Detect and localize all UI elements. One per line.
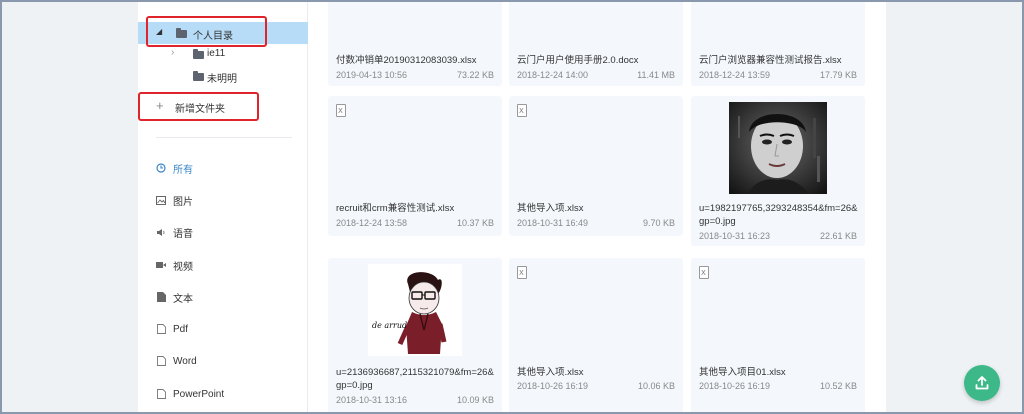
file-size: 11.41 MB [637, 70, 675, 80]
file-card[interactable]: recruit和crm兼容性测试.xlsx 2018-12-24 13:58 1… [328, 96, 502, 236]
nav-item-label: 所有 [173, 164, 193, 176]
tree-item-label: 未明明 [207, 74, 237, 85]
clock-icon [156, 163, 166, 173]
file-size: 22.61 KB [819, 231, 857, 241]
nav-item-video[interactable]: 视频 [156, 256, 296, 274]
file-size: 73.22 KB [456, 70, 494, 80]
file-card[interactable]: 其他导入项.xlsx 2018-10-31 16:49 9.70 KB [509, 96, 683, 236]
file-date: 2018-10-31 16:49 [517, 218, 589, 228]
upload-button[interactable] [964, 365, 1000, 401]
nav-item-label: PowerPoint [173, 388, 225, 400]
plus-icon: + [156, 98, 164, 113]
xlsx-file-icon [699, 266, 709, 279]
nav-item-pdf[interactable]: Pdf [156, 320, 296, 338]
xlsx-file-icon [517, 104, 527, 117]
file-date: 2018-10-31 13:16 [336, 395, 408, 405]
file-card[interactable]: 其他导入项目01.xlsx 2018-10-26 16:19 10.52 KB [691, 258, 865, 414]
nav-item-label: 语音 [173, 228, 193, 240]
file-name: u=1982197765,3293248354&fm=26&gp=0.jpg [699, 203, 858, 227]
file-size: 10.37 KB [456, 218, 494, 228]
file-card[interactable]: 云门户浏览器兼容性测试报告.xlsx 2018-12-24 13:59 17.7… [691, 0, 865, 86]
cartoon-sketch-thumbnail: de arrud [368, 264, 462, 356]
portrait-photo-thumbnail [729, 102, 827, 194]
image-icon [156, 195, 166, 205]
file-size: 10.06 KB [637, 381, 675, 391]
file-name: u=2136936687,2115321079&fm=26&gp=0.jpg [336, 367, 494, 391]
new-folder-label: 新增文件夹 [175, 104, 225, 115]
video-icon [156, 260, 166, 270]
nav-item-all[interactable]: 所有 [156, 159, 296, 177]
pdf-file-icon [156, 324, 166, 334]
chevron-right-icon[interactable]: › [171, 47, 174, 58]
tree-item-label: 个人目录 [193, 31, 233, 42]
file-date: 2018-12-24 13:59 [699, 70, 771, 80]
file-name: 云门户用户使用手册2.0.docx [517, 55, 639, 66]
file-card[interactable]: 云门户用户使用手册2.0.docx 2018-12-24 14:00 11.41… [509, 0, 683, 86]
file-card[interactable]: 付数冲销单20190312083039.xlsx 2019-04-13 10:5… [328, 0, 502, 86]
svg-text:de arrud: de arrud [372, 321, 407, 330]
file-name: 其他导入项目01.xlsx [699, 367, 786, 378]
file-grid: 付数冲销单20190312083039.xlsx 2019-04-13 10:5… [308, 0, 886, 414]
nav-item-audio[interactable]: 语音 [156, 223, 296, 241]
file-size: 17.79 KB [819, 70, 857, 80]
sidebar-divider [156, 137, 292, 138]
file-size: 9.70 KB [642, 218, 675, 228]
word-file-icon [156, 356, 166, 366]
expand-arrow-icon[interactable]: ◢ [156, 27, 162, 36]
xlsx-file-icon [517, 266, 527, 279]
file-date: 2018-12-24 14:00 [517, 70, 589, 80]
file-date: 2018-10-31 16:23 [699, 231, 771, 241]
folder-icon [193, 71, 204, 81]
folder-icon [193, 49, 204, 59]
file-name: 付数冲销单20190312083039.xlsx [336, 55, 477, 66]
file-date: 2018-12-24 13:58 [336, 218, 408, 228]
tree-item-label: ie11 [207, 48, 226, 59]
file-name: 云门户浏览器兼容性测试报告.xlsx [699, 55, 842, 66]
ppt-file-icon [156, 389, 166, 399]
nav-item-label: Pdf [173, 323, 189, 335]
file-name: recruit和crm兼容性测试.xlsx [336, 203, 455, 214]
nav-item-label: 文本 [173, 293, 193, 305]
tree-item-ie11[interactable]: › ie11 [138, 43, 308, 65]
sidebar: ◢ 个人目录 › ie11 未明明 + 新增文件夹 所有 图片 语音 视频 文本… [138, 0, 308, 414]
file-date: 2019-04-13 10:56 [336, 70, 408, 80]
nav-item-word[interactable]: Word [156, 352, 296, 370]
file-size: 10.09 KB [456, 395, 494, 405]
file-date: 2018-10-26 16:19 [699, 381, 771, 391]
nav-item-label: 视频 [173, 261, 193, 273]
upload-icon [975, 376, 989, 390]
file-name: 其他导入项.xlsx [517, 203, 584, 214]
file-card[interactable]: u=1982197765,3293248354&fm=26&gp=0.jpg 2… [691, 96, 865, 246]
nav-item-images[interactable]: 图片 [156, 191, 296, 209]
tree-item-weimingming[interactable]: 未明明 [138, 65, 308, 87]
folder-icon [176, 28, 187, 38]
file-size: 10.52 KB [819, 381, 857, 391]
nav-item-label: Word [173, 355, 197, 367]
file-date: 2018-10-26 16:19 [517, 381, 589, 391]
nav-item-powerpoint[interactable]: PowerPoint [156, 385, 296, 403]
nav-item-text[interactable]: 文本 [156, 288, 296, 306]
file-card[interactable]: de arrud u=2136936687,2115321079&fm=26&g… [328, 258, 502, 414]
file-name: 其他导入项.xlsx [517, 367, 584, 378]
file-manager-app: ◢ 个人目录 › ie11 未明明 + 新增文件夹 所有 图片 语音 视频 文本… [138, 0, 886, 414]
file-card[interactable]: 其他导入项.xlsx 2018-10-26 16:19 10.06 KB [509, 258, 683, 414]
tree-item-root[interactable]: ◢ 个人目录 [138, 22, 308, 44]
xlsx-file-icon [336, 104, 346, 117]
document-icon [156, 292, 166, 302]
new-folder-button[interactable]: + 新增文件夹 [138, 94, 258, 118]
nav-item-label: 图片 [173, 196, 193, 208]
speaker-icon [156, 227, 166, 237]
